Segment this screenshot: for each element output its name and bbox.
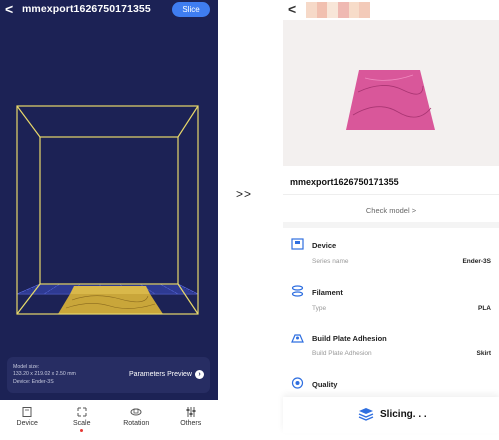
right-phone-screen: < mmexport1626750171355 Check model > De…	[283, 0, 499, 440]
slicing-status-bar: Slicing. . .	[283, 397, 499, 433]
build-volume-box	[16, 105, 199, 315]
model-dimensions: 133.20 x 219.02 x 2.50 mm	[13, 371, 76, 377]
model-name: mmexport1626750171355	[290, 177, 399, 187]
screenshot-root: < mmexport1626750171355 Slice Model size…	[0, 0, 499, 440]
adhesion-icon	[291, 334, 304, 343]
check-model-link[interactable]: Check model >	[283, 206, 499, 215]
left-phone-screen: < mmexport1626750171355 Slice Model size…	[0, 0, 218, 440]
nav-label-scale: Scale	[72, 420, 91, 427]
nav-item-others[interactable]: Others	[164, 400, 219, 440]
model-slab[interactable]	[58, 286, 163, 314]
nav-label-device: Device	[16, 420, 38, 427]
section-value-device: Ender-3S	[462, 258, 491, 265]
model-preview-image	[346, 70, 435, 130]
nav-item-rotation[interactable]: Rotation	[109, 400, 164, 440]
nav-label-others: Others	[180, 420, 202, 427]
back-icon[interactable]: <	[5, 1, 13, 17]
3d-print-viewport[interactable]	[0, 20, 218, 355]
section-title-filament: Filament	[312, 288, 343, 297]
left-header: < mmexport1626750171355 Slice	[0, 0, 218, 20]
nav-item-scale[interactable]: Scale	[55, 400, 110, 440]
model-preview	[283, 20, 499, 166]
model-size-label: Model size:	[13, 364, 40, 370]
nav-label-rotation: Rotation	[123, 420, 150, 427]
section-title-quality: Quality	[312, 380, 338, 389]
sliders-icon	[186, 407, 196, 417]
file-title: mmexport1626750171355	[22, 3, 151, 15]
section-key-series-name: Series name	[312, 258, 349, 265]
section-title-adhesion: Build Plate Adhesion	[312, 334, 387, 343]
nav-item-device[interactable]: Device	[0, 400, 55, 440]
parameters-preview-label: Parameters Preview	[128, 371, 192, 378]
right-header: <	[283, 0, 499, 20]
section-key-type: Type	[312, 305, 327, 312]
slicing-indicator: Slicing. . .	[358, 407, 427, 421]
active-indicator-dot	[80, 429, 84, 432]
filament-spool-icon	[291, 285, 304, 297]
model-info-panel: Model size: 133.20 x 219.02 x 2.50 mm De…	[7, 357, 210, 393]
slice-button[interactable]: Slice	[172, 2, 210, 17]
device-icon	[291, 238, 304, 250]
parameters-preview-link[interactable]: Parameters Preview ›	[129, 370, 204, 379]
section-value-adhesion: Skirt	[476, 350, 491, 357]
device-info: Device: Ender-3S	[13, 379, 54, 385]
section-gap	[283, 222, 499, 228]
section-title-device: Device	[312, 241, 337, 250]
rotation-icon	[130, 408, 142, 416]
chevron-right-icon: ›	[195, 370, 204, 379]
device-icon	[22, 407, 32, 417]
blurred-avatar	[306, 2, 371, 18]
section-key-adhesion: Build Plate Adhesion	[312, 350, 372, 357]
transition-arrow: >>	[236, 187, 253, 201]
bottom-nav: Device Scale Rotation Others	[0, 400, 218, 440]
scale-icon	[77, 407, 87, 417]
section-value-filament: PLA	[478, 305, 491, 312]
divider	[283, 194, 499, 195]
slicing-label: Slicing. . .	[380, 408, 427, 420]
back-icon[interactable]: <	[288, 1, 296, 17]
layers-icon	[358, 408, 374, 421]
quality-icon	[291, 377, 304, 389]
